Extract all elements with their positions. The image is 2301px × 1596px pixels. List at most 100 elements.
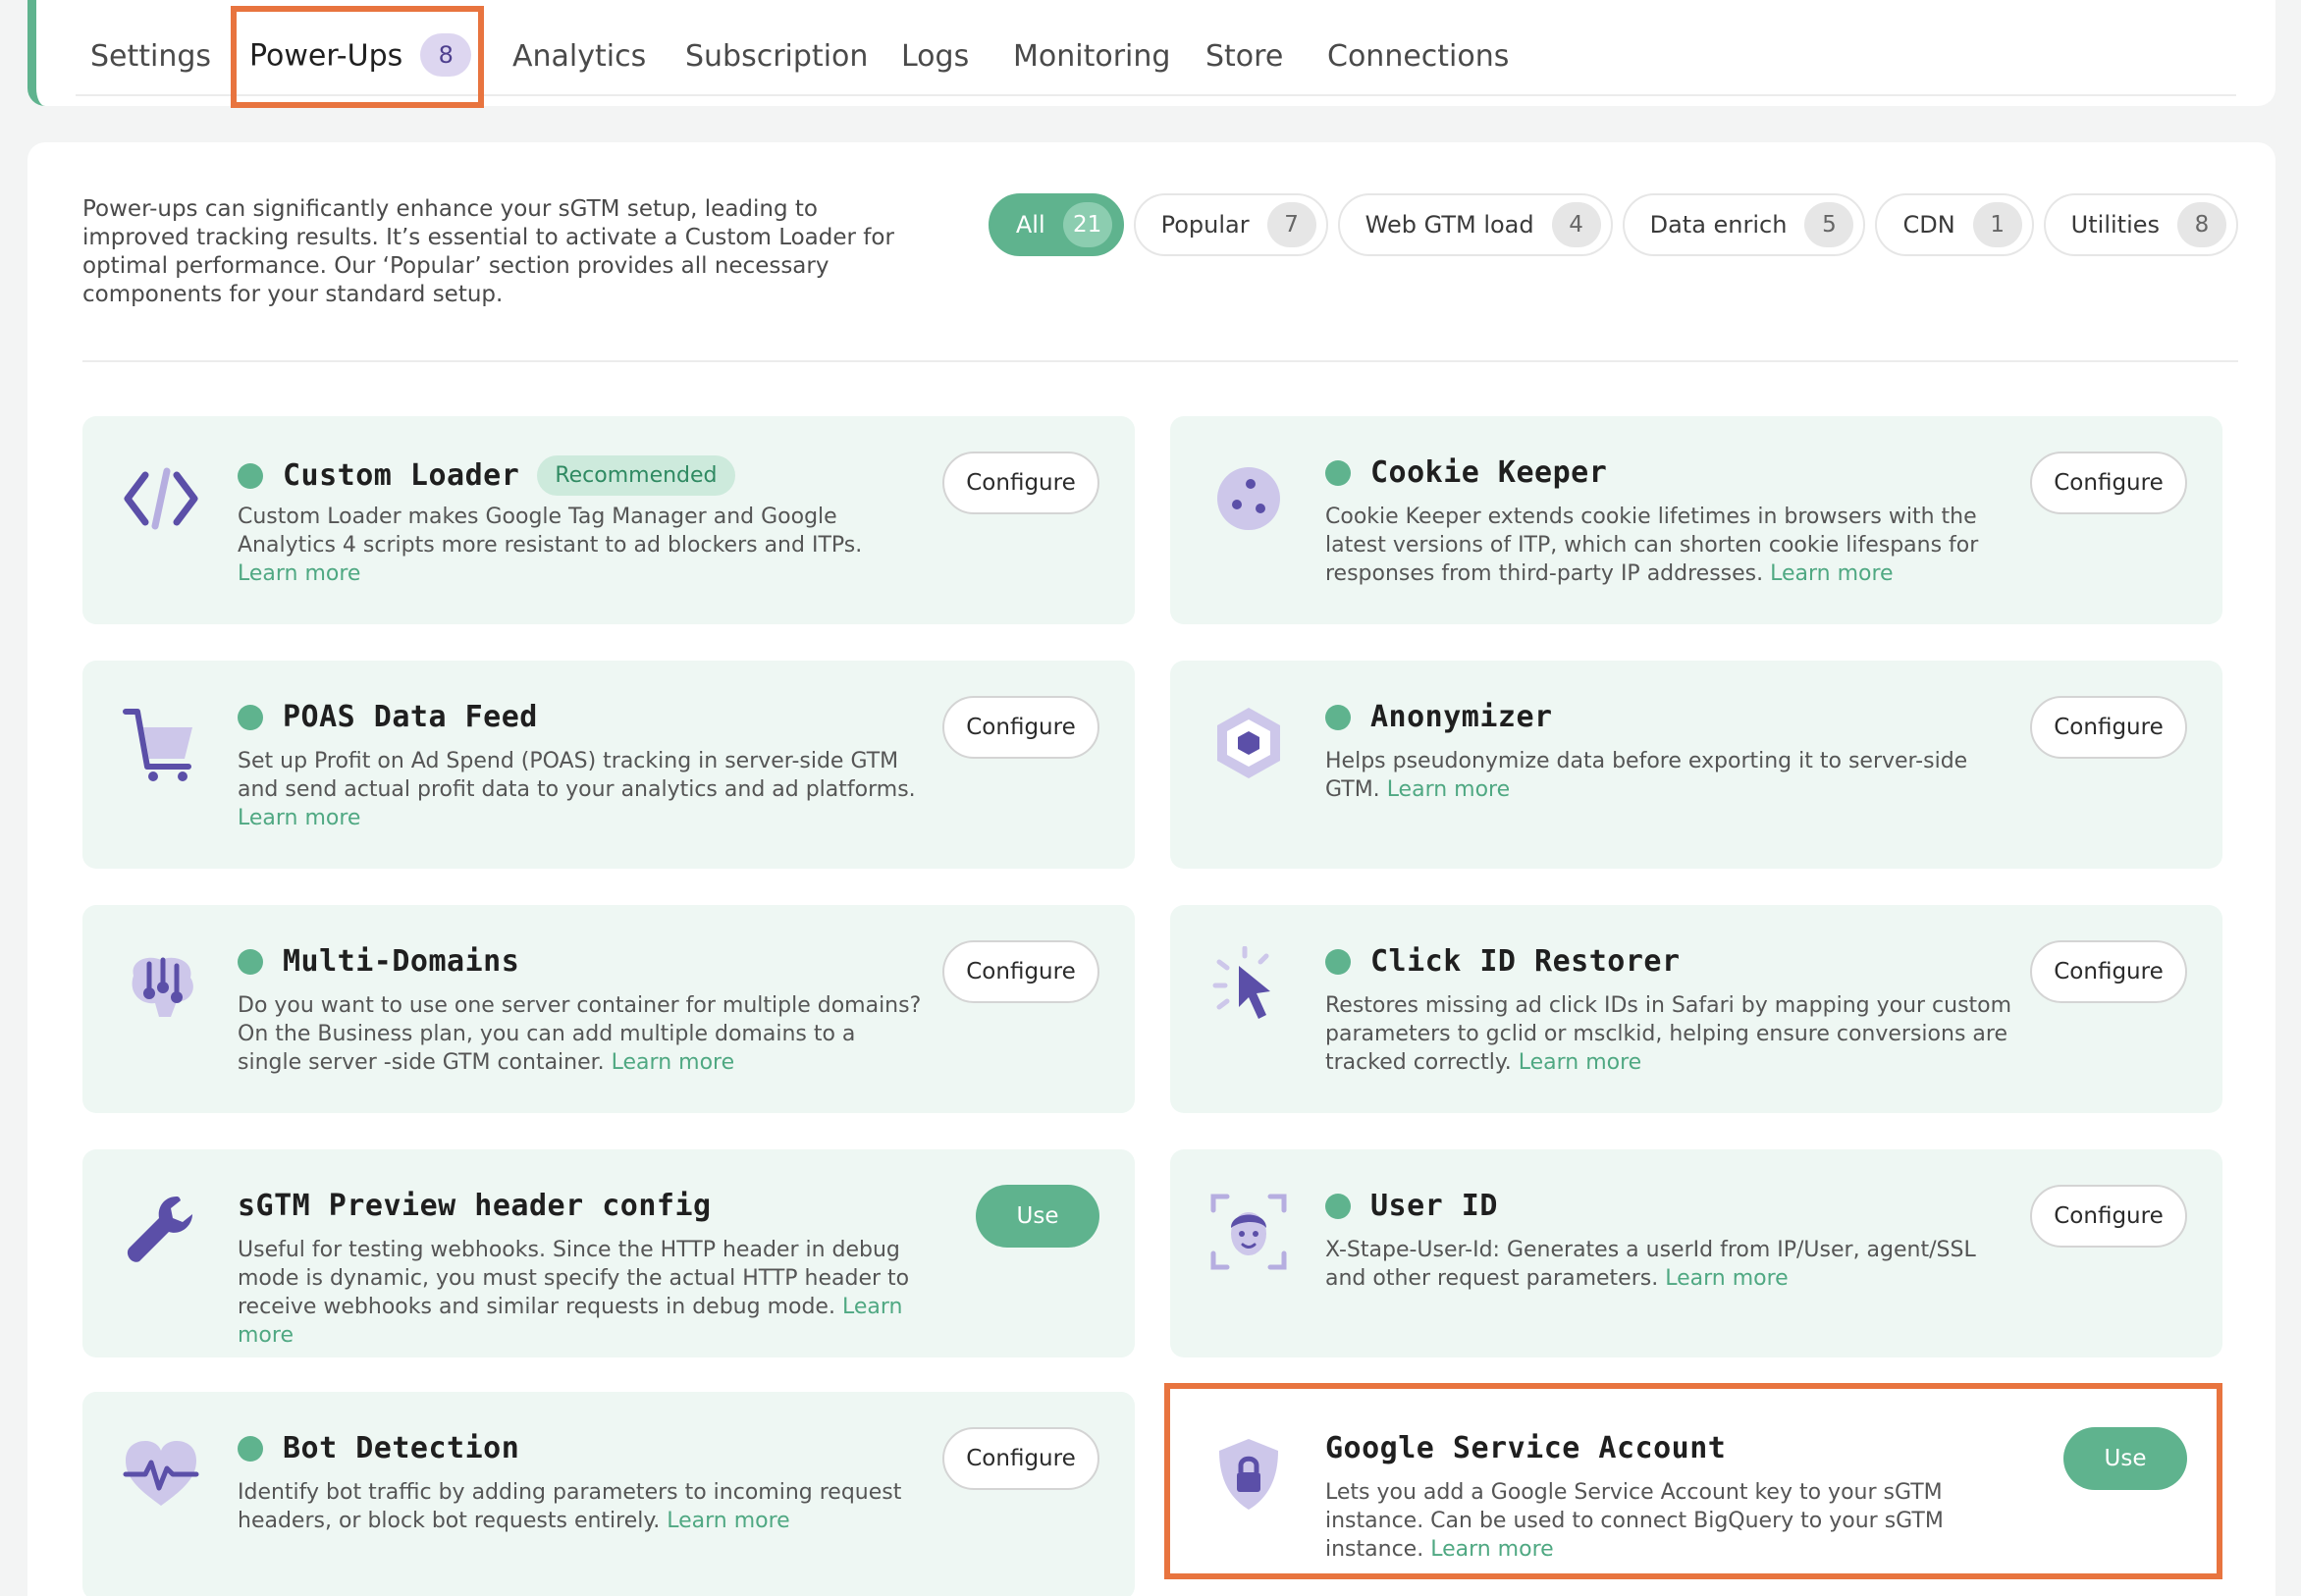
card-title: Click ID Restorer xyxy=(1370,944,1681,979)
cart-icon xyxy=(123,709,192,781)
card-description: Cookie Keeper extends cookie lifetimes i… xyxy=(1325,503,2012,588)
power-up-card-google-service-account: Google Service Account Lets you add a Go… xyxy=(1170,1392,2222,1596)
card-title-row: POAS Data Feed xyxy=(238,700,538,734)
tab-label: Logs xyxy=(901,39,970,74)
card-description: Do you want to use one server container … xyxy=(238,991,925,1077)
code-icon xyxy=(124,467,198,530)
configure-button[interactable]: Configure xyxy=(942,696,1099,759)
tab-count-badge: 8 xyxy=(420,33,472,77)
configure-button[interactable]: Configure xyxy=(2030,452,2187,514)
tab-label: Subscription xyxy=(685,39,869,74)
power-ups-panel: Power-ups can significantly enhance your… xyxy=(27,142,2275,1596)
card-title: Custom Loader xyxy=(283,458,520,493)
configure-button[interactable]: Configure xyxy=(2030,940,2187,1003)
card-description: X-Stape-User-Id: Generates a userId from… xyxy=(1325,1236,2012,1293)
card-title: POAS Data Feed xyxy=(283,700,538,734)
description-text: Custom Loader makes Google Tag Manager a… xyxy=(238,505,863,558)
filter-utilities[interactable]: Utilities 8 xyxy=(2043,193,2238,256)
card-title-row: User ID xyxy=(1325,1189,1498,1223)
card-title-row: Click ID Restorer xyxy=(1325,944,1681,979)
filter-chips: All 21 Popular 7 Web GTM load 4 Data enrich… xyxy=(988,193,2238,256)
tab-monitoring[interactable]: Monitoring xyxy=(1013,37,1170,77)
configure-button[interactable]: Configure xyxy=(942,1427,1099,1490)
card-description: Set up Profit on Ad Spend (POAS) trackin… xyxy=(238,747,925,832)
power-up-card-bot-detection: Bot Detection Identify bot traffic by ad… xyxy=(82,1392,1135,1596)
card-description: Lets you add a Google Service Account ke… xyxy=(1325,1478,2012,1564)
divider xyxy=(82,360,2238,362)
use-button[interactable]: Use xyxy=(976,1185,1099,1248)
tab-settings[interactable]: Settings xyxy=(90,37,211,77)
card-description: Identify bot traffic by adding parameter… xyxy=(238,1478,925,1535)
tab-power-ups[interactable]: Power-Ups 8 xyxy=(249,33,472,79)
card-title-row: Multi-Domains xyxy=(238,944,519,979)
status-dot xyxy=(238,704,263,730)
power-up-card-poas-data-feed: POAS Data Feed Set up Profit on Ad Spend… xyxy=(82,661,1135,869)
status-dot xyxy=(238,948,263,975)
filter-label: CDN xyxy=(1902,211,1955,239)
filter-label: Utilities xyxy=(2070,211,2160,239)
learn-more-link[interactable]: Learn more xyxy=(667,1509,789,1533)
intro-text: Power-ups can significantly enhance your… xyxy=(82,196,894,307)
description-text: Useful for testing webhooks. Since the H… xyxy=(238,1238,910,1319)
learn-more-link[interactable]: Learn more xyxy=(1665,1266,1788,1291)
learn-more-link[interactable]: Learn more xyxy=(238,806,360,830)
heart-pulse-icon xyxy=(123,1441,199,1506)
card-description: Custom Loader makes Google Tag Manager a… xyxy=(238,503,925,588)
description-text: Restores missing ad click IDs in Safari … xyxy=(1325,993,2012,1075)
status-dot xyxy=(238,1435,263,1462)
description-text: Identify bot traffic by adding parameter… xyxy=(238,1480,902,1533)
power-up-card-click-id-restorer: Click ID Restorer Restores missing ad cl… xyxy=(1170,905,2222,1113)
filter-web-gtm-load[interactable]: Web GTM load 4 xyxy=(1337,193,1613,256)
cursor-click-icon xyxy=(1212,946,1270,1019)
learn-more-link[interactable]: Learn more xyxy=(1430,1537,1553,1562)
tab-subscription[interactable]: Subscription xyxy=(685,37,868,77)
filter-cdn[interactable]: CDN 1 xyxy=(1875,193,2034,256)
tab-label: Analytics xyxy=(512,39,647,74)
card-title-row: Cookie Keeper xyxy=(1325,455,1607,490)
card-title: Multi-Domains xyxy=(283,944,520,979)
tab-connections[interactable]: Connections xyxy=(1327,37,1509,77)
learn-more-link[interactable]: Learn more xyxy=(612,1050,734,1075)
card-title-row: Custom Loader Recommended xyxy=(238,455,735,496)
power-up-card-custom-loader: Custom Loader Recommended Custom Loader … xyxy=(82,416,1135,624)
filter-data-enrich[interactable]: Data enrich 5 xyxy=(1622,193,1866,256)
use-button[interactable]: Use xyxy=(2063,1427,2187,1490)
tab-logs[interactable]: Logs xyxy=(901,37,969,77)
card-title: sGTM Preview header config xyxy=(238,1189,712,1223)
status-dot xyxy=(1325,459,1351,486)
tab-label: Connections xyxy=(1327,39,1510,74)
configure-button[interactable]: Configure xyxy=(2030,696,2187,759)
filter-label: Popular xyxy=(1160,211,1250,239)
card-title-row: Anonymizer xyxy=(1325,700,1553,734)
configure-button[interactable]: Configure xyxy=(2030,1185,2187,1248)
filter-all[interactable]: All 21 xyxy=(988,193,1124,256)
card-title-row: Google Service Account xyxy=(1325,1431,1726,1465)
filter-popular[interactable]: Popular 7 xyxy=(1133,193,1328,256)
power-up-card-user-id: User ID X-Stape-User-Id: Generates a use… xyxy=(1170,1149,2222,1357)
tab-store[interactable]: Store xyxy=(1205,37,1283,77)
learn-more-link[interactable]: Learn more xyxy=(1770,561,1893,586)
learn-more-link[interactable]: Learn more xyxy=(1387,777,1510,802)
card-description: Helps pseudonymize data before exporting… xyxy=(1325,747,2012,804)
card-title: Cookie Keeper xyxy=(1370,455,1608,490)
configure-button[interactable]: Configure xyxy=(942,452,1099,514)
power-up-card-cookie-keeper: Cookie Keeper Cookie Keeper extends cook… xyxy=(1170,416,2222,624)
learn-more-link[interactable]: Learn more xyxy=(1519,1050,1641,1075)
status-dot xyxy=(238,462,263,489)
status-dot xyxy=(1325,704,1351,730)
filter-count: 21 xyxy=(1062,202,1112,247)
recommended-badge: Recommended xyxy=(537,455,735,496)
filter-count: 5 xyxy=(1804,202,1854,247)
hexagon-icon xyxy=(1217,708,1280,778)
learn-more-link[interactable]: Learn more xyxy=(238,561,360,586)
card-title-row: sGTM Preview header config xyxy=(238,1189,712,1223)
tab-analytics[interactable]: Analytics xyxy=(512,37,646,77)
configure-button[interactable]: Configure xyxy=(942,940,1099,1003)
filter-label: Data enrich xyxy=(1649,211,1788,239)
description-text: X-Stape-User-Id: Generates a userId from… xyxy=(1325,1238,1976,1291)
card-title: Google Service Account xyxy=(1325,1431,1727,1465)
tab-label: Monitoring xyxy=(1013,39,1171,74)
filter-label: All xyxy=(1015,211,1045,239)
filter-count: 7 xyxy=(1266,202,1316,247)
face-scan-icon xyxy=(1210,1194,1287,1270)
